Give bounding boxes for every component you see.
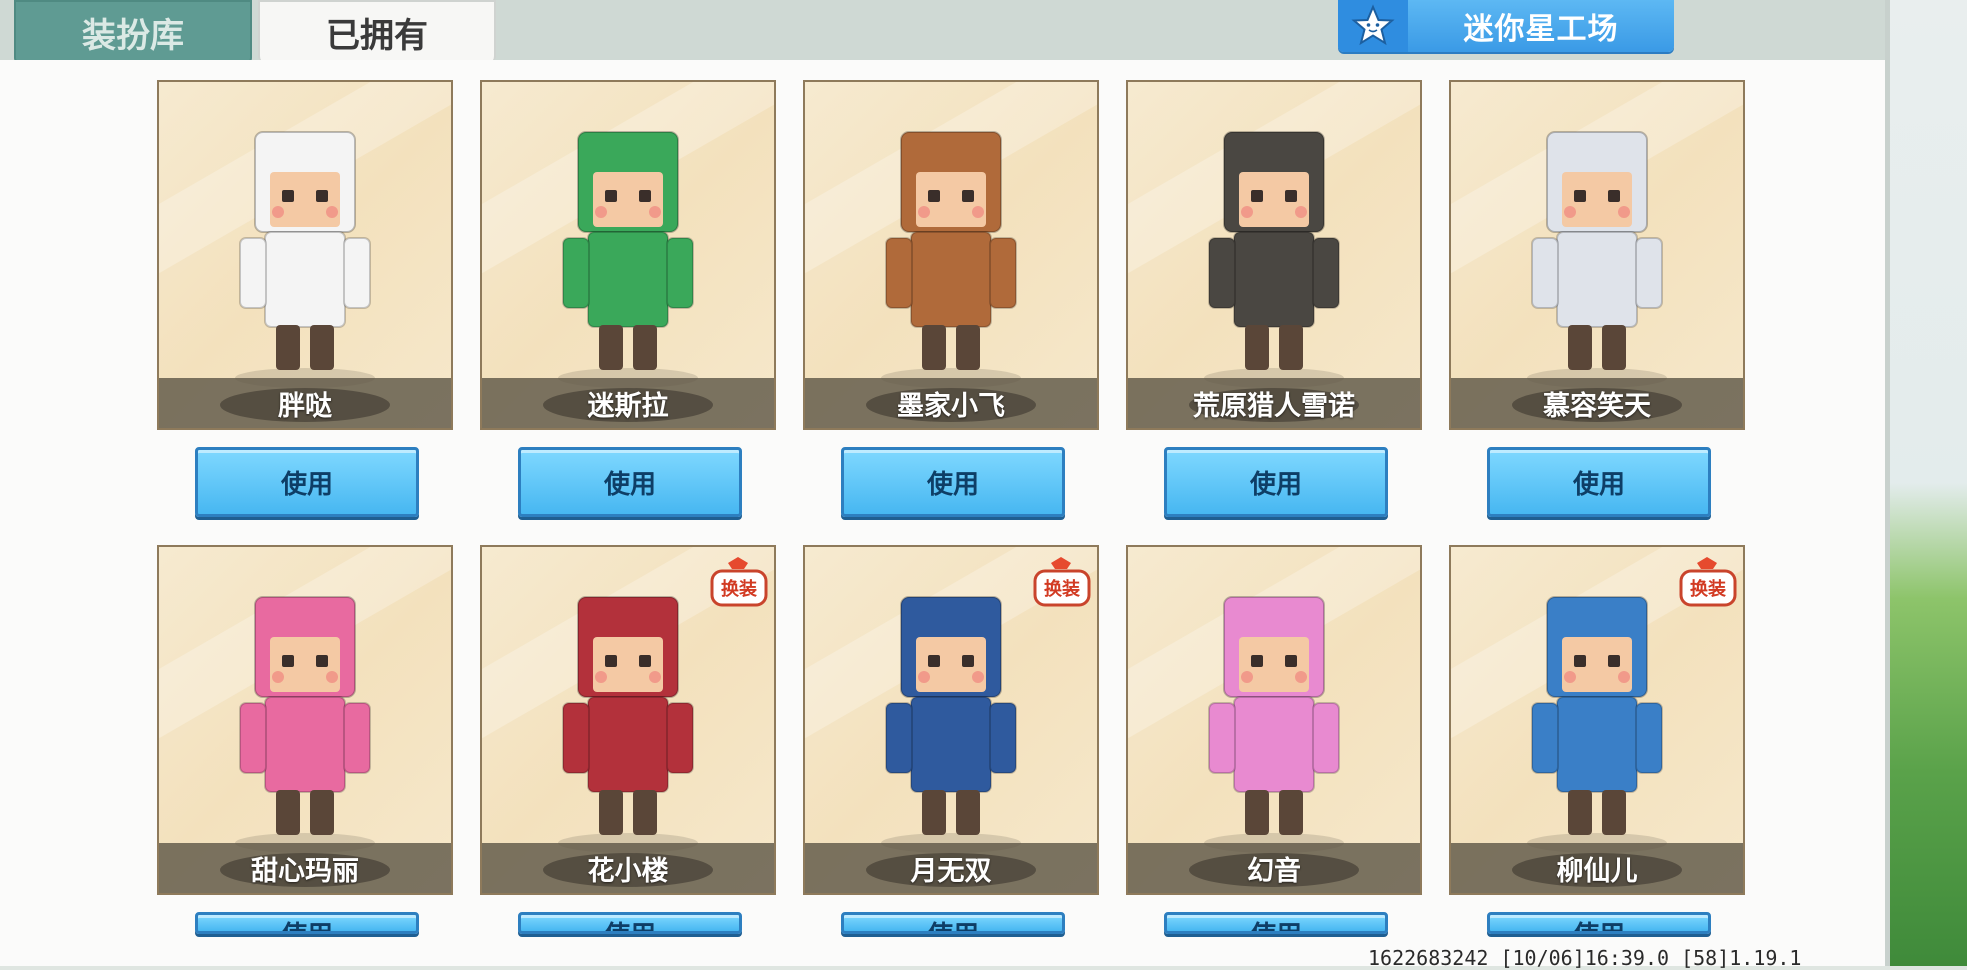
skin-card[interactable]: 换装柳仙儿 bbox=[1449, 545, 1745, 895]
character-figure bbox=[235, 131, 375, 388]
skin-name: 幻音 bbox=[1247, 855, 1301, 887]
use-button-label: 使用 bbox=[1250, 915, 1302, 931]
skin-name: 迷斯拉 bbox=[587, 390, 669, 422]
use-button[interactable]: 使用 bbox=[1164, 912, 1388, 934]
use-button[interactable]: 使用 bbox=[1487, 912, 1711, 934]
workshop-label: 迷你星工场 bbox=[1463, 12, 1619, 47]
character-figure bbox=[1204, 131, 1344, 388]
skin-name-strip: 迷斯拉 bbox=[482, 378, 774, 428]
use-button-label: 使用 bbox=[603, 469, 656, 500]
character-figure bbox=[1527, 131, 1667, 388]
build-info: 1622683242 [10/06]16:39.0 [58]1.19.1 bbox=[1368, 946, 1802, 970]
use-button-label: 使用 bbox=[1573, 915, 1625, 931]
character-figure bbox=[1527, 596, 1667, 853]
use-button-label: 使用 bbox=[1572, 469, 1625, 500]
skin-name-strip: 花小楼 bbox=[482, 843, 774, 893]
use-button-label: 使用 bbox=[281, 915, 333, 931]
character-figure bbox=[235, 596, 375, 853]
use-button[interactable]: 使用 bbox=[518, 447, 742, 517]
skin-name: 胖哒 bbox=[278, 390, 332, 422]
character-figure bbox=[881, 131, 1021, 388]
use-button-label: 使用 bbox=[926, 469, 979, 500]
skin-name-strip: 柳仙儿 bbox=[1451, 843, 1743, 893]
badge-label: 换装 bbox=[721, 579, 757, 600]
skin-change-badge-icon: 换装 bbox=[708, 557, 770, 609]
skin-name-strip: 荒原猎人雪诺 bbox=[1128, 378, 1420, 428]
character-figure bbox=[1204, 596, 1344, 853]
use-button[interactable]: 使用 bbox=[841, 447, 1065, 517]
background-scenery bbox=[1888, 0, 1967, 966]
use-button[interactable]: 使用 bbox=[1164, 447, 1388, 517]
skin-name: 花小楼 bbox=[587, 855, 669, 887]
skin-change-badge-icon: 换装 bbox=[1677, 557, 1739, 609]
use-button[interactable]: 使用 bbox=[195, 912, 419, 934]
skin-card[interactable]: 幻音 bbox=[1126, 545, 1422, 895]
skin-name-strip: 幻音 bbox=[1128, 843, 1420, 893]
use-button-label: 使用 bbox=[927, 915, 979, 931]
character-figure bbox=[881, 596, 1021, 853]
skin-card[interactable]: 墨家小飞 bbox=[803, 80, 1099, 430]
skin-name-strip: 月无双 bbox=[805, 843, 1097, 893]
character-figure bbox=[558, 596, 698, 853]
skin-name: 月无双 bbox=[910, 855, 992, 887]
skin-card[interactable]: 换装花小楼 bbox=[480, 545, 776, 895]
star-icon bbox=[1338, 0, 1408, 52]
character-figure bbox=[558, 131, 698, 388]
skin-name-strip: 慕容笑天 bbox=[1451, 378, 1743, 428]
skin-name: 柳仙儿 bbox=[1556, 855, 1638, 887]
skin-card[interactable]: 换装月无双 bbox=[803, 545, 1099, 895]
use-button-label: 使用 bbox=[1249, 469, 1302, 500]
badge-label: 换装 bbox=[1044, 579, 1080, 600]
skin-change-badge-icon: 换装 bbox=[1031, 557, 1093, 609]
skin-name: 慕容笑天 bbox=[1543, 390, 1651, 422]
tab-owned[interactable]: 已拥有 bbox=[258, 0, 496, 62]
skin-name: 荒原猎人雪诺 bbox=[1193, 390, 1355, 422]
skin-card[interactable]: 迷斯拉 bbox=[480, 80, 776, 430]
top-bar: 装扮库 已拥有 迷你星工场 bbox=[0, 0, 1885, 64]
skin-name: 甜心玛丽 bbox=[251, 855, 359, 887]
skin-name: 墨家小飞 bbox=[897, 390, 1005, 422]
use-button[interactable]: 使用 bbox=[195, 447, 419, 517]
use-button-label: 使用 bbox=[604, 915, 656, 931]
tab-dressup-library[interactable]: 装扮库 bbox=[14, 0, 252, 64]
tab-label: 装扮库 bbox=[82, 15, 184, 56]
skin-card[interactable]: 胖哒 bbox=[157, 80, 453, 430]
use-button[interactable]: 使用 bbox=[841, 912, 1065, 934]
mini-workshop-button[interactable]: 迷你星工场 bbox=[1338, 0, 1674, 52]
badge-label: 换装 bbox=[1690, 579, 1726, 600]
skin-name-strip: 墨家小飞 bbox=[805, 378, 1097, 428]
use-button-label: 使用 bbox=[280, 469, 333, 500]
use-button[interactable]: 使用 bbox=[1487, 447, 1711, 517]
skin-card[interactable]: 甜心玛丽 bbox=[157, 545, 453, 895]
tab-label: 已拥有 bbox=[326, 15, 428, 56]
skin-name-strip: 胖哒 bbox=[159, 378, 451, 428]
skin-card[interactable]: 荒原猎人雪诺 bbox=[1126, 80, 1422, 430]
skin-name-strip: 甜心玛丽 bbox=[159, 843, 451, 893]
skin-card[interactable]: 慕容笑天 bbox=[1449, 80, 1745, 430]
use-button[interactable]: 使用 bbox=[518, 912, 742, 934]
